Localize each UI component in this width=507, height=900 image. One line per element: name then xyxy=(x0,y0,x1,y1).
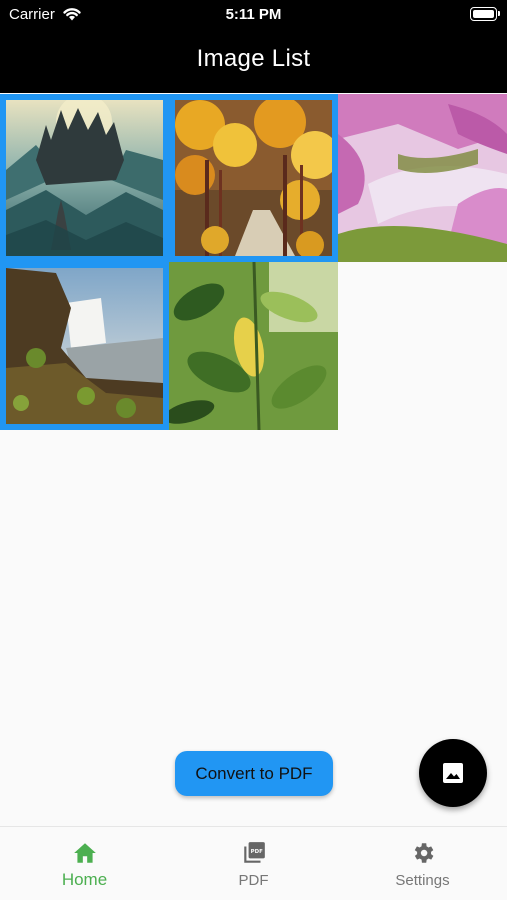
pink-blossoms-image xyxy=(338,94,507,262)
image-tile-green-leaves[interactable] xyxy=(169,262,338,430)
waterfall-image xyxy=(6,268,163,424)
pdf-icon: PDF xyxy=(244,842,265,863)
bottom-navigation: Home PDF PDF Settings xyxy=(0,826,507,900)
nav-item-home[interactable]: Home xyxy=(0,827,169,900)
image-tile-castle[interactable] xyxy=(0,94,169,262)
home-icon xyxy=(74,843,96,863)
image-tile-waterfall[interactable] xyxy=(0,262,169,430)
battery-icon xyxy=(470,7,500,21)
nav-label-settings: Settings xyxy=(395,872,450,889)
gear-icon xyxy=(414,843,434,863)
image-icon xyxy=(443,763,463,783)
nav-item-pdf[interactable]: PDF PDF xyxy=(169,827,338,900)
autumn-forest-image xyxy=(175,100,332,256)
castle-image xyxy=(6,100,163,256)
nav-label-home: Home xyxy=(61,870,108,889)
image-tile-pink-blossoms[interactable] xyxy=(338,94,507,262)
nav-item-settings[interactable]: Settings xyxy=(338,827,507,900)
green-leaves-image xyxy=(169,262,338,430)
image-tile-autumn-forest[interactable] xyxy=(169,94,338,262)
clock: 5:11 PM xyxy=(225,6,282,23)
nav-label-pdf: PDF xyxy=(238,872,269,889)
status-bar: Carrier 5:11 PM xyxy=(0,0,507,30)
top-bar: Carrier 5:11 PM Image List xyxy=(0,0,507,93)
page-title: Image List xyxy=(196,45,311,72)
svg-text:PDF: PDF xyxy=(251,849,263,855)
add-image-button[interactable] xyxy=(419,739,487,807)
convert-to-pdf-button[interactable]: Convert to PDF xyxy=(175,751,333,796)
